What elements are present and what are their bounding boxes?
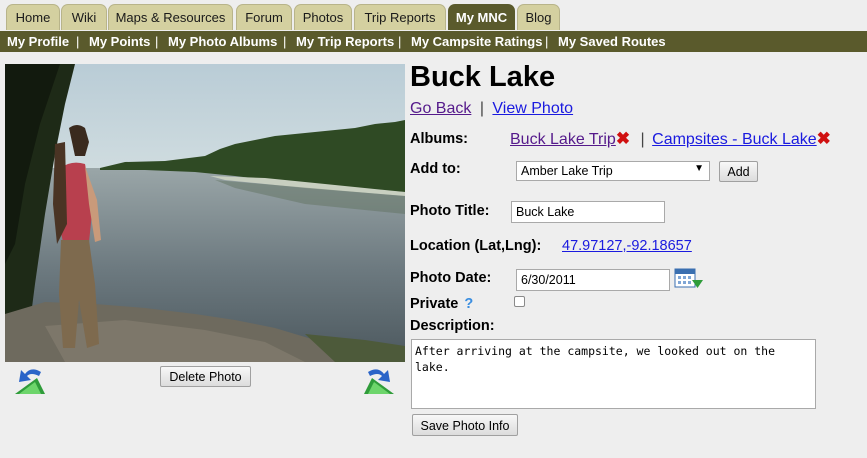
- tab-trip-reports[interactable]: Trip Reports: [354, 4, 446, 30]
- subnav-separator: |: [545, 34, 549, 49]
- subnav-separator: |: [398, 34, 402, 49]
- subnav-separator: |: [76, 34, 80, 49]
- description-label: Description:: [410, 318, 495, 334]
- view-photo-link[interactable]: View Photo: [492, 100, 573, 117]
- photo-title-label: Photo Title:: [410, 203, 490, 219]
- remove-album-icon[interactable]: ✖: [817, 129, 831, 148]
- private-label-text: Private: [410, 296, 459, 312]
- album-link[interactable]: Campsites - Buck Lake: [652, 131, 817, 148]
- subnav-my-points[interactable]: My Points: [89, 31, 150, 52]
- private-help-icon[interactable]: ?: [464, 296, 473, 312]
- rotate-left-icon: [15, 369, 45, 394]
- delete-photo-button[interactable]: Delete Photo: [160, 366, 251, 387]
- location-link[interactable]: 47.97127,-92.18657: [562, 238, 692, 254]
- add-to-select[interactable]: Amber Lake Trip ▼: [516, 161, 710, 181]
- tab-maps-resources[interactable]: Maps & Resources: [108, 4, 233, 30]
- add-to-label: Add to:: [410, 161, 461, 177]
- rotate-right-icon: [364, 369, 394, 394]
- photo-title-input[interactable]: [511, 201, 665, 223]
- subnav-my-saved-routes[interactable]: My Saved Routes: [558, 31, 666, 52]
- private-label: Private ?: [410, 296, 473, 312]
- photo-links: Go Back | View Photo: [410, 100, 573, 118]
- photo-date-input[interactable]: [516, 269, 670, 291]
- description-textarea[interactable]: After arriving at the campsite, we looke…: [411, 339, 816, 409]
- albums-label: Albums:: [410, 131, 468, 147]
- chevron-down-icon: ▼: [694, 163, 704, 174]
- tab-photos[interactable]: Photos: [294, 4, 352, 30]
- subnav-my-trip-reports[interactable]: My Trip Reports: [296, 31, 394, 52]
- private-checkbox[interactable]: [514, 296, 525, 307]
- photo-date-label: Photo Date:: [410, 270, 492, 286]
- sub-nav: My Profile | My Points | My Photo Albums…: [0, 31, 867, 52]
- add-button[interactable]: Add: [719, 161, 758, 182]
- album-link[interactable]: Buck Lake Trip: [510, 131, 616, 148]
- link-separator: |: [479, 100, 484, 117]
- tab-home[interactable]: Home: [6, 4, 60, 30]
- rotate-left-button[interactable]: [13, 364, 47, 396]
- remove-album-icon[interactable]: ✖: [616, 129, 630, 148]
- main-nav-tabs: Home Wiki Maps & Resources Forum Photos …: [0, 0, 867, 32]
- lake-photo: [5, 64, 405, 362]
- add-to-selected-value: Amber Lake Trip: [521, 164, 613, 178]
- save-photo-info-button[interactable]: Save Photo Info: [412, 414, 518, 436]
- subnav-separator: |: [155, 34, 159, 49]
- calendar-icon[interactable]: [674, 268, 704, 290]
- subnav-my-profile[interactable]: My Profile: [7, 31, 69, 52]
- page-title: Buck Lake: [410, 61, 556, 93]
- tab-wiki[interactable]: Wiki: [61, 4, 107, 30]
- tab-blog[interactable]: Blog: [517, 4, 560, 30]
- subnav-my-photo-albums[interactable]: My Photo Albums: [168, 31, 277, 52]
- go-back-link[interactable]: Go Back: [410, 100, 471, 117]
- albums-list: Buck Lake Trip✖ | Campsites - Buck Lake✖: [510, 129, 831, 149]
- rotate-right-button[interactable]: [362, 364, 396, 396]
- tab-my-mnc[interactable]: My MNC: [448, 4, 515, 30]
- album-separator: |: [640, 131, 645, 148]
- tab-forum[interactable]: Forum: [236, 4, 292, 30]
- subnav-separator: |: [283, 34, 287, 49]
- subnav-my-campsite-ratings[interactable]: My Campsite Ratings: [411, 31, 542, 52]
- location-label: Location (Lat,Lng):: [410, 238, 542, 254]
